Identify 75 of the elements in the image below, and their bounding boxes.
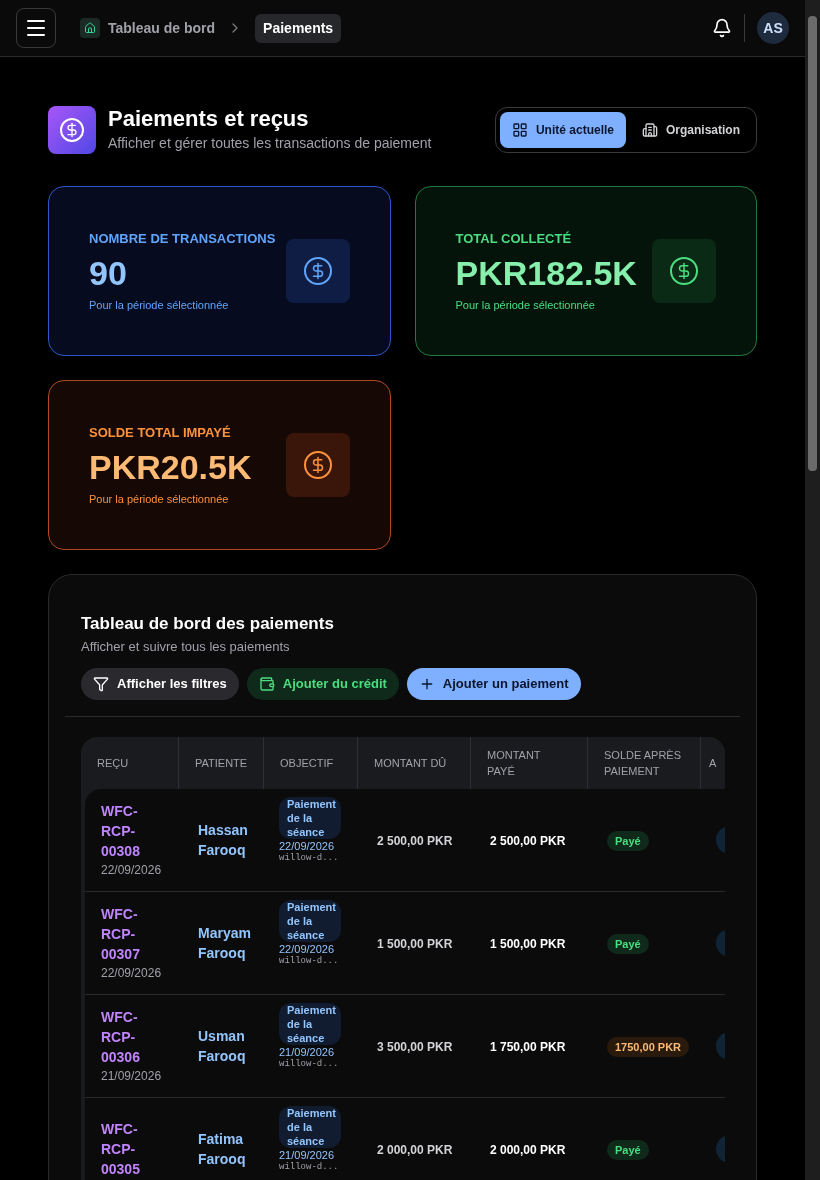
stat-label: NOMBRE DE TRANSACTIONS <box>89 230 277 248</box>
credit-button[interactable]: Ajouter du crédit <box>246 668 399 700</box>
scope-tab[interactable]: Organisation <box>630 111 752 148</box>
patient-name[interactable]: Usman Farooq <box>198 1026 251 1066</box>
purpose-date: 22/09/2026 <box>279 942 335 956</box>
patient-name[interactable]: Hassan Farooq <box>198 820 251 860</box>
amount-due: 2 000,00 PKR <box>377 1143 453 1157</box>
add-button[interactable]: Ajouter un paiement <box>406 668 581 700</box>
purpose-date: 22/09/2026 <box>279 839 335 853</box>
receipt-date: 22/09/2026 <box>101 862 163 879</box>
stat-value: PKR20.5K <box>89 446 253 488</box>
page-title: Paiements et reçus <box>108 105 310 133</box>
filter-button[interactable]: Afficher les filtres <box>81 668 239 700</box>
reference-text: willow-d... <box>279 956 339 967</box>
page-subtitle: Afficher et gérer toutes les transactions de paiement <box>108 134 432 153</box>
receipt-number[interactable]: WFC-RCP-00308 <box>101 801 147 861</box>
amount-paid: 1 750,00 PKR <box>490 1040 566 1054</box>
scrollbar[interactable] <box>805 0 820 1180</box>
amount-due: 3 500,00 PKR <box>377 1040 453 1054</box>
stat-note: Pour la période sélectionnée <box>89 297 230 313</box>
reference-text: willow-d... <box>279 853 339 864</box>
column-header: PATIENTE <box>195 756 247 771</box>
receipt-number[interactable]: WFC-RCP-00307 <box>101 904 147 964</box>
balance-badge: Payé <box>607 1140 649 1160</box>
receipt-date: 21/09/2026 <box>101 1068 163 1085</box>
purpose-badge: Paiement de la séance <box>279 1106 341 1148</box>
menu-button[interactable] <box>16 8 56 48</box>
amount-paid: 2 500,00 PKR <box>490 834 566 848</box>
balance-badge: Payé <box>607 831 649 851</box>
stat-value: PKR182.5K <box>455 252 638 294</box>
column-header: OBJECTIF <box>280 756 334 771</box>
amount-paid: 2 000,00 PKR <box>490 1143 566 1157</box>
reference-text: willow-d... <box>279 1059 339 1070</box>
filter-icon <box>93 676 109 692</box>
notification-bell-icon[interactable] <box>712 18 732 38</box>
purpose-badge: Paiement de la séance <box>279 797 341 839</box>
user-avatar[interactable]: AS <box>757 12 789 44</box>
scope-tab[interactable]: Unité actuelle <box>499 111 626 148</box>
receipt-number[interactable]: WFC-RCP-00306 <box>101 1007 147 1067</box>
receipt-date: 22/09/2026 <box>101 965 163 982</box>
dollar-icon <box>652 239 716 303</box>
panel-subtitle: Afficher et suivre tous les paiements <box>81 637 291 656</box>
wallet-icon <box>258 676 275 692</box>
column-header: MONTANT DÛ <box>374 756 447 771</box>
balance-badge: Payé <box>607 934 649 954</box>
amount-paid: 1 500,00 PKR <box>490 937 566 951</box>
column-header: MONTANT PAYÉ <box>487 748 542 779</box>
dollar-icon <box>285 239 350 303</box>
column-header: REÇU <box>97 756 129 771</box>
purpose-badge: Paiement de la séance <box>279 900 341 942</box>
breadcrumb-link[interactable]: Paiements <box>255 13 342 43</box>
panel-title: Tableau de bord des paiements <box>81 613 335 635</box>
stat-label: SOLDE TOTAL IMPAYÉ <box>89 424 232 442</box>
patient-name[interactable]: Fatima Farooq <box>198 1129 251 1169</box>
column-header: SOLDE APRÈS PAIEMENT <box>604 748 683 779</box>
dollar-icon <box>48 105 96 154</box>
purpose-badge: Paiement de la séance <box>279 1003 341 1045</box>
stat-label: TOTAL COLLECTÉ <box>455 230 573 248</box>
grid-icon <box>511 121 528 138</box>
amount-due: 2 500,00 PKR <box>377 834 453 848</box>
patient-name[interactable]: Maryam Farooq <box>198 923 251 963</box>
home-icon <box>80 18 100 38</box>
dollar-icon <box>285 433 350 497</box>
balance-badge: 1750,00 PKR <box>607 1037 690 1057</box>
purpose-date: 21/09/2026 <box>279 1148 335 1162</box>
stat-value: 90 <box>89 252 128 294</box>
stat-note: Pour la période sélectionnée <box>89 491 230 507</box>
reference-text: willow-d... <box>279 1162 339 1173</box>
receipt-number[interactable]: WFC-RCP-00305 <box>101 1119 147 1179</box>
stat-note: Pour la période sélectionnée <box>455 297 596 313</box>
purpose-date: 21/09/2026 <box>279 1045 335 1059</box>
building-icon <box>642 121 658 138</box>
column-header: A <box>709 756 717 771</box>
breadcrumb-link[interactable]: Tableau de bord <box>80 17 216 39</box>
amount-due: 1 500,00 PKR <box>377 937 453 951</box>
